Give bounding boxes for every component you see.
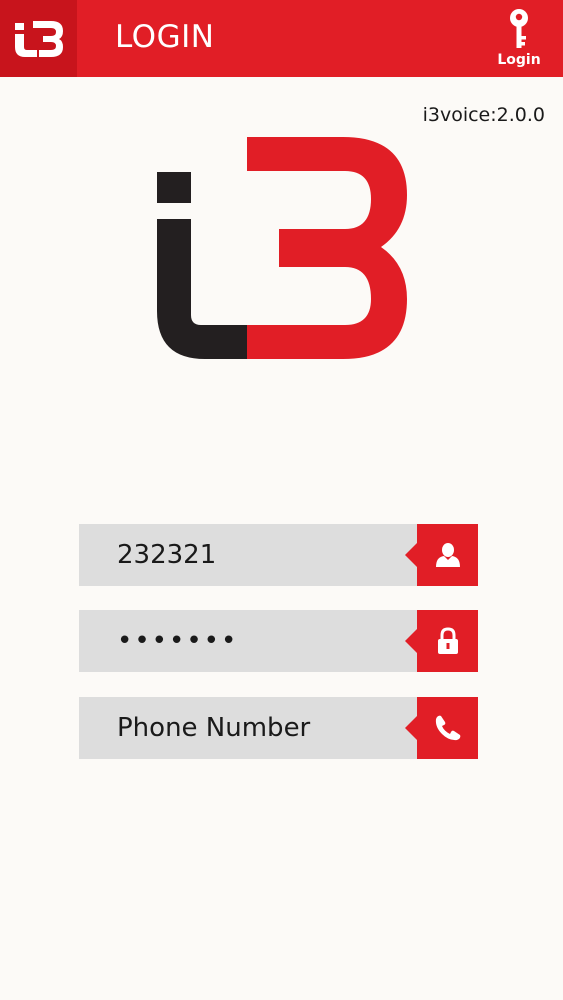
app-version: i3voice:2.0.0 [422, 104, 545, 126]
login-screen: LOGIN Login i3voice:2.0.0 [0, 0, 563, 1000]
phone-icon [435, 715, 460, 741]
phone-icon-tab [405, 697, 478, 759]
page-title: LOGIN [115, 19, 215, 55]
phone-field [79, 697, 478, 759]
username-icon-tab [405, 524, 478, 586]
password-input[interactable] [117, 610, 407, 672]
login-button[interactable]: Login [493, 8, 545, 72]
phone-input[interactable] [117, 697, 407, 759]
username-input[interactable] [117, 524, 407, 586]
key-icon [510, 9, 528, 48]
login-button-label: Login [497, 52, 541, 68]
lock-icon [437, 627, 458, 654]
i3-logo-icon [14, 20, 63, 57]
password-icon-tab [405, 610, 478, 672]
user-icon [435, 543, 460, 567]
app-toolbar: LOGIN Login [0, 0, 563, 77]
toolbar-logo[interactable] [0, 0, 77, 77]
password-field [79, 610, 478, 672]
i3-brand-logo [157, 137, 407, 359]
brand-logo [155, 137, 410, 366]
username-field [79, 524, 478, 586]
